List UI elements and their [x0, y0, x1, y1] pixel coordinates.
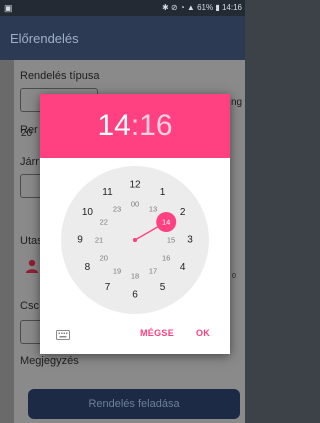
clock-hour-inner-14[interactable]: 14 — [162, 218, 170, 227]
cancel-button[interactable]: MÉGSE — [140, 328, 174, 338]
bluetooth-icon: ✱ — [161, 3, 169, 12]
comment-label: Megjegyzés — [20, 355, 79, 367]
clock-hour-12[interactable]: 12 — [129, 180, 141, 191]
time-picker-header: 14:16 — [40, 94, 230, 158]
battery-icon: ▮ — [215, 3, 220, 12]
submit-order-button[interactable]: Rendelés feladása — [28, 389, 240, 419]
clock-hour-inner-22[interactable]: 22 — [100, 218, 108, 227]
clock-hour-2[interactable]: 2 — [180, 207, 186, 218]
wifi-icon: ◔ — [179, 3, 185, 12]
page-title: Előrendelés — [10, 31, 79, 46]
clock-hour-9[interactable]: 9 — [77, 235, 83, 246]
gallery-notification-icon: ▣ — [4, 3, 13, 13]
clock-hour-1[interactable]: 1 — [160, 187, 166, 198]
ok-button[interactable]: OK — [196, 328, 210, 338]
order-type-side-text: ng — [231, 97, 243, 108]
clock-hour-inner-16[interactable]: 16 — [162, 254, 170, 263]
keyboard-icon[interactable] — [56, 330, 70, 340]
clock-hour-3[interactable]: 3 — [187, 235, 193, 246]
mute-icon: ⊘ — [170, 3, 178, 12]
status-bar: ▣ ✱ ⊘ ◔ ▲ 61% ▮ 14:16 — [0, 0, 245, 16]
clock-hour-inner-23[interactable]: 23 — [113, 204, 121, 213]
clock-face[interactable]: 121234567891011001314151617181920212223 — [61, 166, 209, 314]
time-picker-footer: MÉGSE OK — [40, 322, 230, 354]
clock-hour-inner-13[interactable]: 13 — [149, 204, 157, 213]
clock-hour-7[interactable]: 7 — [105, 282, 111, 293]
minute-display[interactable]: 16 — [139, 109, 172, 142]
order-type-label: Rendelés típusa — [20, 70, 100, 82]
signal-icon: ▲ — [186, 3, 195, 12]
vehicle-label: Járr — [20, 156, 39, 168]
clock-hour-inner-00[interactable]: 00 — [131, 200, 139, 209]
clock-hour-inner-17[interactable]: 17 — [149, 267, 157, 276]
clock-hour-4[interactable]: 4 — [180, 262, 186, 273]
clock-hour-inner-21[interactable]: 21 — [95, 236, 103, 245]
time-picker-dialog: 14:16 12 1 2 3 4 5 6 7 8 9 10 11 00 13 14 15 16 17 18 19 20 2… — [40, 94, 230, 354]
clock-hour-inner-20[interactable]: 20 — [100, 254, 108, 263]
clock-hour-10[interactable]: 10 — [82, 207, 94, 218]
clock-hour-inner-18[interactable]: 18 — [131, 272, 139, 281]
time-separator: : — [130, 109, 140, 142]
person-icon — [26, 259, 38, 273]
passenger-count-partial: 0 — [232, 273, 236, 280]
date-value[interactable]: 20 — [21, 128, 32, 139]
app-bar: Előrendelés — [0, 16, 245, 60]
clock-hour-inner-19[interactable]: 19 — [113, 267, 121, 276]
clock-hour-11[interactable]: 11 — [102, 187, 113, 198]
status-time: 14:16 — [221, 3, 242, 12]
hour-display[interactable]: 14 — [97, 109, 130, 142]
status-indicators: ✱ ⊘ ◔ ▲ 61% ▮ 14:16 — [162, 3, 242, 12]
package-label: Csc — [20, 300, 39, 312]
clock-hour-6[interactable]: 6 — [132, 290, 138, 301]
clock-hour-5[interactable]: 5 — [160, 282, 166, 293]
clock-hour-inner-15[interactable]: 15 — [167, 236, 175, 245]
battery-percent: 61% — [197, 3, 214, 12]
clock-hour-8[interactable]: 8 — [85, 262, 91, 273]
clock-center-dot — [133, 238, 137, 242]
time-display: 14:16 — [40, 94, 230, 158]
